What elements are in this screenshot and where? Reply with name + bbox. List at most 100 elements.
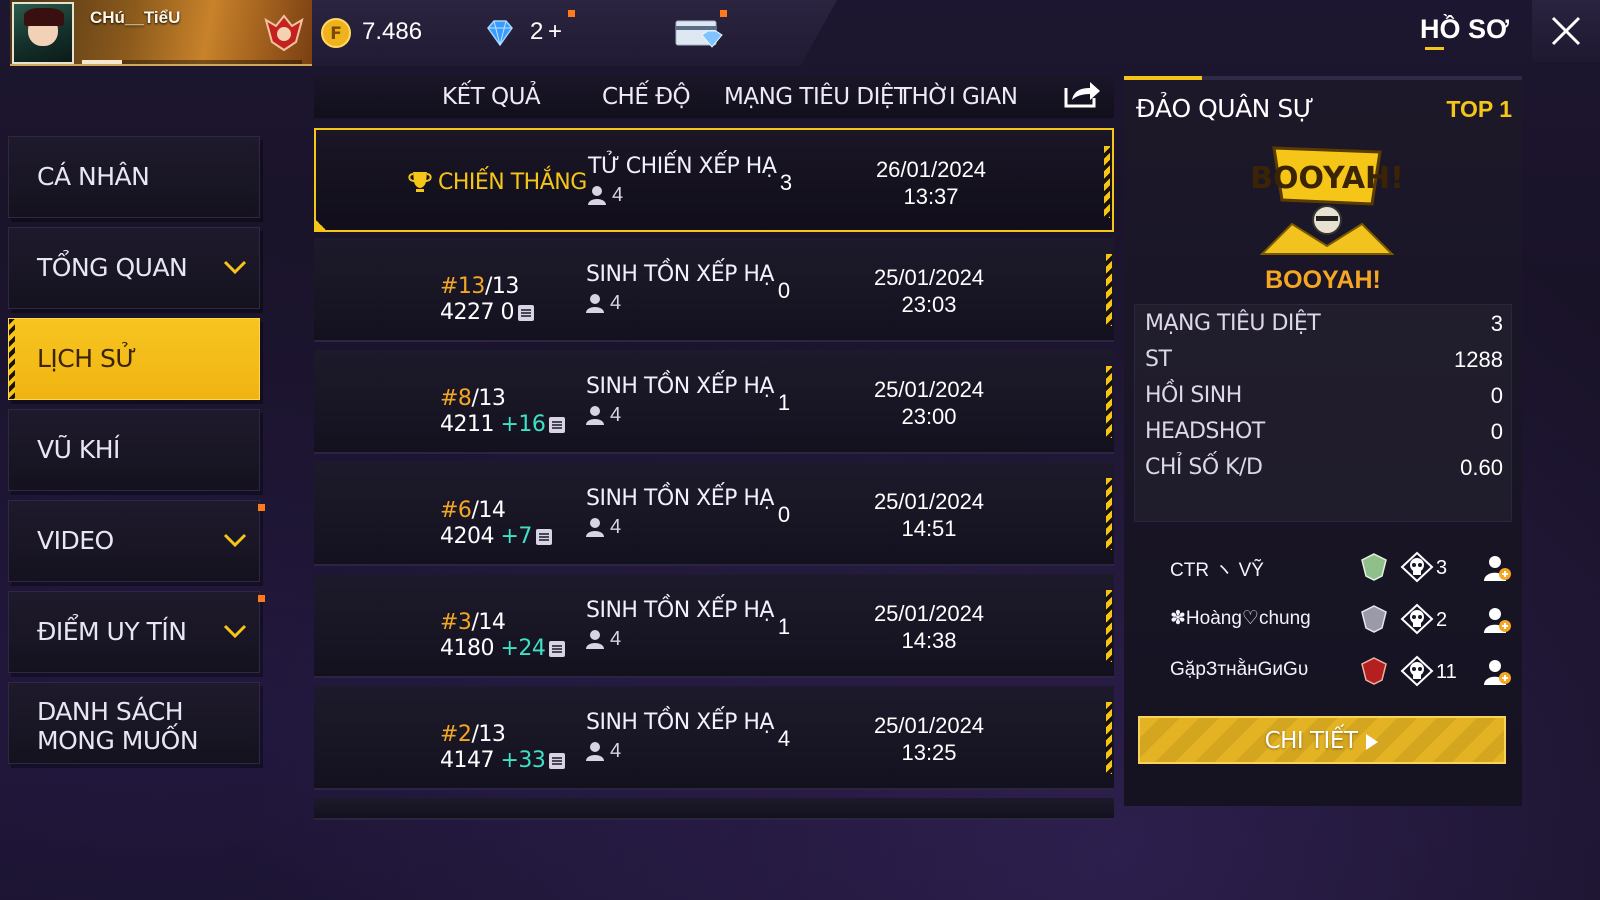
- history-table-header: KẾT QUẢ CHẾ ĐỘ MẠNG TIÊU DIỆT THỜI GIAN: [314, 76, 1114, 118]
- party-size: 4: [586, 740, 621, 763]
- teammate-row[interactable]: ✽Hoàng♡chung 2: [1170, 602, 1512, 638]
- add-friend-icon[interactable]: [1482, 605, 1512, 635]
- match-stats: MẠNG TIÊU DIỆT 3 ST 1288 HỒI SINH 0 HEADSHO…: [1134, 304, 1512, 522]
- skull-icon: [1400, 551, 1434, 583]
- notification-dot: [720, 10, 727, 17]
- sidebar-item-weapons[interactable]: VŨ KHÍ: [8, 409, 260, 491]
- note-icon[interactable]: [517, 304, 535, 322]
- match-row[interactable]: #13/13 4227 0 SINH TỒN XẾP HẠ 4 0 25/01/…: [314, 238, 1114, 342]
- svg-text:F: F: [330, 24, 342, 44]
- sidebar-item-label: ĐIỂM UY TÍN: [37, 617, 187, 646]
- result-victory: CHIẾN THẮNG: [406, 170, 587, 195]
- sidebar-item-wishlist[interactable]: DANH SÁCH MONG MUỐN: [8, 682, 260, 764]
- party-size: 4: [586, 516, 621, 539]
- play-icon: [1366, 734, 1379, 750]
- card-icon[interactable]: [674, 17, 724, 49]
- player-card[interactable]: CHú__TiểU: [10, 0, 312, 66]
- kill-count: 0: [777, 278, 791, 303]
- chevron-down-icon: [223, 624, 247, 638]
- diamond-topup-button[interactable]: +: [548, 18, 562, 46]
- match-rank: #2/13: [440, 722, 506, 747]
- booyah-emblem-icon: BOOYAH!: [1252, 146, 1402, 255]
- match-row[interactable]: #3/14 4180 +24 SINH TỒN XẾP HẠ 4 1 25/01…: [314, 574, 1114, 678]
- match-row[interactable]: #6/14 4204 +7 SINH TỒN XẾP HẠ 4 0 25/01/…: [314, 462, 1114, 566]
- match-row[interactable]: CHIẾN THẮNG TỬ CHIẾN XẾP HẠ 4 3 26/01/20…: [314, 128, 1114, 232]
- diamond-icon: [487, 20, 513, 47]
- party-size: 4: [588, 184, 623, 207]
- stat-row: ST 1288: [1145, 347, 1503, 372]
- skull-icon: [1400, 603, 1434, 635]
- rank-badge-icon: [264, 14, 304, 52]
- column-header-kills: MẠNG TIÊU DIỆT: [724, 84, 908, 110]
- gold-coin-icon: F: [321, 18, 351, 48]
- sidebar-item-label: VIDEO: [37, 526, 114, 555]
- gold-amount: 7.486: [362, 18, 423, 45]
- sidebar-item-history[interactable]: LỊCH SỬ: [8, 318, 260, 400]
- party-icon: [586, 630, 604, 649]
- match-rank: #6/14: [440, 498, 506, 523]
- teammate-name: GặpЗтнằнGиGυ: [1170, 659, 1309, 680]
- sidebar-item-label: CÁ NHÂN: [37, 162, 150, 191]
- column-header-time: THỜI GIAN: [898, 84, 1018, 110]
- map-name: ĐẢO QUÂN SỰ: [1136, 94, 1314, 123]
- row-stripe: [1106, 702, 1112, 774]
- teammate-row[interactable]: GặpЗтнằнGиGυ 11: [1170, 654, 1512, 690]
- match-row[interactable]: #2/13 4147 +33 SINH TỒN XẾP HẠ 4 4 25/01…: [314, 686, 1114, 790]
- rank-badge-icon: [1361, 605, 1387, 633]
- note-icon[interactable]: [548, 752, 566, 770]
- tab-profile[interactable]: HỒ SƠ: [1420, 14, 1509, 45]
- kill-count: 1: [777, 390, 791, 415]
- party-icon: [586, 518, 604, 537]
- note-icon[interactable]: [535, 528, 553, 546]
- sidebar-item-video[interactable]: VIDEO: [8, 500, 265, 582]
- teammate-row[interactable]: CTR ヽ VỸ 3: [1170, 550, 1512, 586]
- rank-points: 4204 +7: [440, 524, 553, 549]
- match-datetime: 25/01/2024 13:25: [873, 713, 985, 765]
- player-name: CHú__TiểU: [90, 8, 181, 27]
- teammate-name: CTR ヽ VỸ: [1170, 560, 1264, 581]
- add-friend-icon[interactable]: [1482, 657, 1512, 687]
- sidebar-item-label: LỊCH SỬ: [37, 344, 137, 373]
- party-icon: [586, 294, 604, 313]
- notification-dot: [258, 595, 265, 602]
- skull-icon: [1400, 655, 1434, 687]
- stat-row: CHỈ SỐ K/D 0.60: [1145, 455, 1503, 480]
- sidebar-item-personal[interactable]: CÁ NHÂN: [8, 136, 260, 218]
- top-bar: CHú__TiểU F 7.486 2 + HỒ SƠ: [0, 0, 1600, 66]
- teammate-name: ✽Hoàng♡chung: [1170, 608, 1311, 629]
- match-mode: SINH TỒN XẾP HẠ: [586, 374, 774, 399]
- match-rank: #3/14: [440, 610, 506, 635]
- add-friend-icon[interactable]: [1482, 553, 1512, 583]
- sidebar-item-label: VŨ KHÍ: [37, 435, 120, 464]
- match-datetime: 25/01/2024 23:03: [873, 265, 985, 317]
- row-stripe: [1106, 478, 1112, 550]
- row-stripe: [1106, 590, 1112, 662]
- kill-count: 4: [777, 726, 791, 751]
- note-icon[interactable]: [548, 416, 566, 434]
- kill-count: 3: [779, 170, 793, 195]
- row-stripe: [1104, 146, 1110, 218]
- share-icon[interactable]: [1062, 78, 1102, 110]
- details-button[interactable]: CHI TIẾT: [1138, 716, 1506, 764]
- party-size: 4: [586, 292, 621, 315]
- sidebar-item-reputation[interactable]: ĐIỂM UY TÍN: [8, 591, 265, 673]
- sidebar-item-label: TỔNG QUAN: [37, 253, 188, 282]
- match-detail-panel: ĐẢO QUÂN SỰ TOP 1 BOOYAH! BOOYAH! MẠNG T…: [1124, 76, 1522, 806]
- party-icon: [588, 186, 606, 205]
- column-header-mode: CHẾ ĐỘ: [602, 84, 691, 110]
- rank-badge-icon: [1361, 553, 1387, 581]
- rank-badge-icon: [1361, 657, 1387, 685]
- teammate-kills: 3: [1436, 557, 1448, 579]
- avatar[interactable]: [12, 2, 74, 64]
- match-mode: SINH TỒN XẾP HẠ: [586, 262, 774, 287]
- match-row-partial[interactable]: [314, 798, 1114, 820]
- notification-dot: [568, 10, 575, 17]
- booyah-label: BOOYAH!: [1265, 266, 1381, 294]
- row-stripe: [1106, 254, 1112, 326]
- close-button[interactable]: [1532, 0, 1600, 62]
- note-icon[interactable]: [548, 640, 566, 658]
- teammate-kills: 11: [1436, 661, 1457, 683]
- match-row[interactable]: #8/13 4211 +16 SINH TỒN XẾP HẠ 4 1 25/01…: [314, 350, 1114, 454]
- sidebar-item-label: DANH SÁCH MONG MUỐN: [37, 697, 199, 755]
- sidebar-item-overview[interactable]: TỔNG QUAN: [8, 227, 260, 309]
